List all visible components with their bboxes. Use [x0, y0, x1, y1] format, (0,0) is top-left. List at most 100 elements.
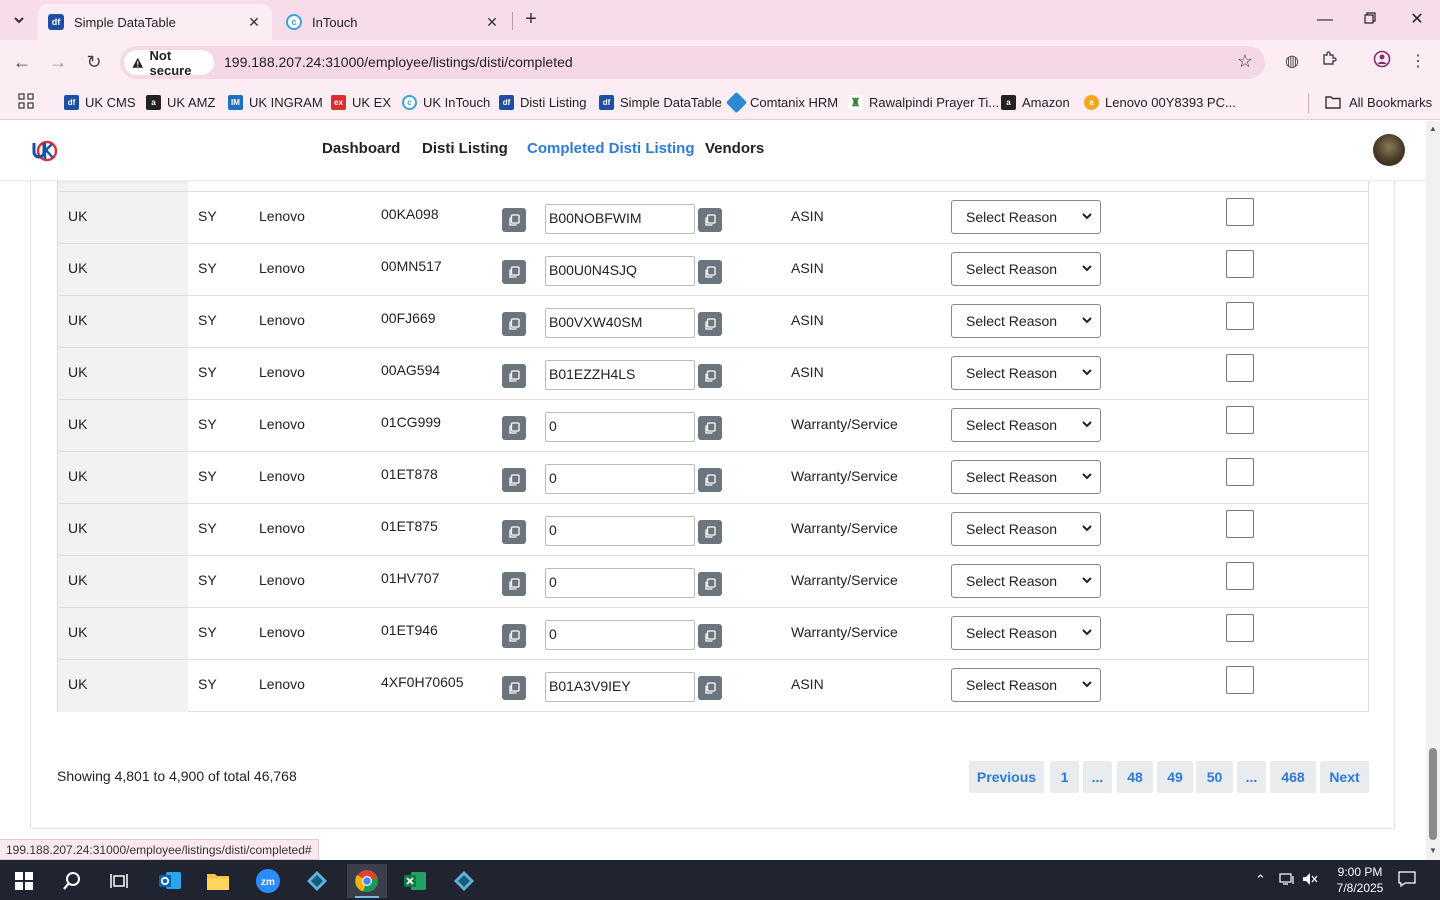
task-view-icon[interactable]: [99, 864, 139, 898]
extensions-puzzle-icon[interactable]: [1317, 50, 1341, 74]
reason-select[interactable]: Select Reason: [951, 408, 1101, 442]
copy-part-icon[interactable]: [502, 520, 526, 544]
tray-chevron-icon[interactable]: ⌃: [1255, 872, 1266, 888]
copy-part-icon[interactable]: [502, 676, 526, 700]
url-text[interactable]: 199.188.207.24:31000/employee/listings/d…: [224, 54, 573, 70]
network-icon[interactable]: [1279, 872, 1295, 889]
row-checkbox[interactable]: [1226, 198, 1254, 226]
zoom-icon[interactable]: zm: [248, 864, 288, 898]
copy-part-icon[interactable]: [502, 416, 526, 440]
reload-icon[interactable]: ↻: [82, 50, 106, 74]
reason-select[interactable]: Select Reason: [951, 356, 1101, 390]
copy-asin-icon[interactable]: [698, 468, 722, 492]
bookmark-comtanix-hrm[interactable]: Comtanix HRM: [725, 91, 838, 113]
row-checkbox[interactable]: [1226, 406, 1254, 434]
copy-part-icon[interactable]: [502, 624, 526, 648]
page-button-48[interactable]: 48: [1117, 761, 1153, 793]
nav-completed-disti-listing[interactable]: Completed Disti Listing: [527, 140, 695, 157]
copy-part-icon[interactable]: [502, 468, 526, 492]
forward-icon[interactable]: →: [46, 50, 70, 74]
asin-input[interactable]: 0: [545, 412, 695, 442]
asin-input[interactable]: B00VXW40SM: [545, 308, 695, 338]
bookmark-uk-ex[interactable]: ex UK EX: [331, 92, 391, 112]
file-explorer-icon[interactable]: [198, 864, 238, 898]
previous-button[interactable]: Previous: [969, 761, 1044, 793]
row-checkbox[interactable]: [1226, 458, 1254, 486]
bookmark-rawalpindi-prayer[interactable]: ♜ Rawalpindi Prayer Ti...: [848, 92, 999, 112]
nav-disti-listing[interactable]: Disti Listing: [422, 140, 508, 157]
tab-search-chevron-icon[interactable]: [6, 8, 32, 32]
bookmark-uk-intouch[interactable]: c UK InTouch: [402, 92, 490, 112]
menu-kebab-icon[interactable]: ⋮: [1406, 50, 1430, 74]
row-checkbox[interactable]: [1226, 562, 1254, 590]
reason-select[interactable]: Select Reason: [951, 512, 1101, 546]
copy-part-icon[interactable]: [502, 312, 526, 336]
volume-muted-icon[interactable]: [1302, 872, 1318, 889]
copy-part-icon[interactable]: [502, 208, 526, 232]
close-window-icon[interactable]: ✕: [1405, 8, 1429, 32]
copy-asin-icon[interactable]: [698, 260, 722, 284]
bookmark-uk-ingram[interactable]: IM UK INGRAM: [228, 92, 323, 112]
asin-input[interactable]: 0: [545, 568, 695, 598]
bookmark-uk-amz[interactable]: a UK AMZ: [146, 92, 215, 112]
copy-part-icon[interactable]: [502, 260, 526, 284]
row-checkbox[interactable]: [1226, 250, 1254, 278]
remote-app-2-icon[interactable]: [444, 864, 484, 898]
asin-input[interactable]: 0: [545, 620, 695, 650]
excel-icon[interactable]: [395, 864, 435, 898]
nav-dashboard[interactable]: Dashboard: [322, 140, 400, 157]
page-button-1[interactable]: 1: [1050, 761, 1079, 793]
tab-intouch[interactable]: c InTouch ✕: [276, 4, 510, 40]
copy-asin-icon[interactable]: [698, 520, 722, 544]
back-icon[interactable]: ←: [10, 50, 34, 74]
reason-select[interactable]: Select Reason: [951, 252, 1101, 286]
asin-input[interactable]: B00U0N4SJQ: [545, 256, 695, 286]
copy-asin-icon[interactable]: [698, 312, 722, 336]
row-checkbox[interactable]: [1226, 510, 1254, 538]
restore-icon[interactable]: [1358, 8, 1382, 32]
uk-logo-icon[interactable]: [32, 139, 58, 163]
copy-asin-icon[interactable]: [698, 364, 722, 388]
copy-asin-icon[interactable]: [698, 416, 722, 440]
profile-icon[interactable]: [1370, 50, 1394, 74]
nav-vendors[interactable]: Vendors: [705, 140, 764, 157]
all-bookmarks-button[interactable]: All Bookmarks: [1325, 92, 1432, 112]
reason-select[interactable]: Select Reason: [951, 616, 1101, 650]
reason-select[interactable]: Select Reason: [951, 668, 1101, 702]
chrome-icon[interactable]: [347, 864, 387, 898]
close-tab-icon[interactable]: ✕: [246, 14, 262, 31]
row-checkbox[interactable]: [1226, 666, 1254, 694]
page-button-49[interactable]: 49: [1157, 761, 1193, 793]
bookmark-amazon[interactable]: a Amazon: [1001, 92, 1070, 112]
copy-part-icon[interactable]: [502, 364, 526, 388]
bookmark-lenovo[interactable]: a Lenovo 00Y8393 PC...: [1084, 92, 1236, 112]
scroll-up-icon[interactable]: ▲: [1428, 125, 1438, 133]
reason-select[interactable]: Select Reason: [951, 564, 1101, 598]
minimize-icon[interactable]: —: [1313, 8, 1337, 32]
new-tab-icon[interactable]: +: [520, 8, 542, 32]
reason-select[interactable]: Select Reason: [951, 200, 1101, 234]
row-checkbox[interactable]: [1226, 302, 1254, 330]
security-chip[interactable]: Not secure: [124, 48, 214, 78]
row-checkbox[interactable]: [1226, 354, 1254, 382]
address-bar[interactable]: Not secure 199.188.207.24:31000/employee…: [120, 46, 1265, 79]
bookmark-star-icon[interactable]: ☆: [1237, 51, 1253, 72]
apps-grid-icon[interactable]: [18, 93, 34, 109]
search-icon[interactable]: [52, 864, 92, 898]
avatar[interactable]: [1373, 134, 1405, 166]
page-scrollbar[interactable]: ▲ ▼: [1426, 121, 1440, 860]
asin-input[interactable]: 0: [545, 516, 695, 546]
reason-select[interactable]: Select Reason: [951, 460, 1101, 494]
asin-input[interactable]: B01EZZH4LS: [545, 360, 695, 390]
asin-input[interactable]: B00NOBFWIM: [545, 204, 695, 234]
bookmark-disti-listing[interactable]: df Disti Listing: [499, 92, 586, 112]
translate-globe-icon[interactable]: ◍: [1280, 50, 1304, 74]
row-checkbox[interactable]: [1226, 614, 1254, 642]
taskbar-clock[interactable]: 9:00 PM 7/8/2025: [1330, 864, 1390, 896]
bookmark-uk-cms[interactable]: df UK CMS: [64, 92, 136, 112]
tab-simple-datatable[interactable]: df Simple DataTable ✕: [38, 4, 272, 40]
reason-select[interactable]: Select Reason: [951, 304, 1101, 338]
remote-app-icon[interactable]: [297, 864, 337, 898]
close-tab-icon[interactable]: ✕: [484, 14, 500, 31]
copy-asin-icon[interactable]: [698, 208, 722, 232]
